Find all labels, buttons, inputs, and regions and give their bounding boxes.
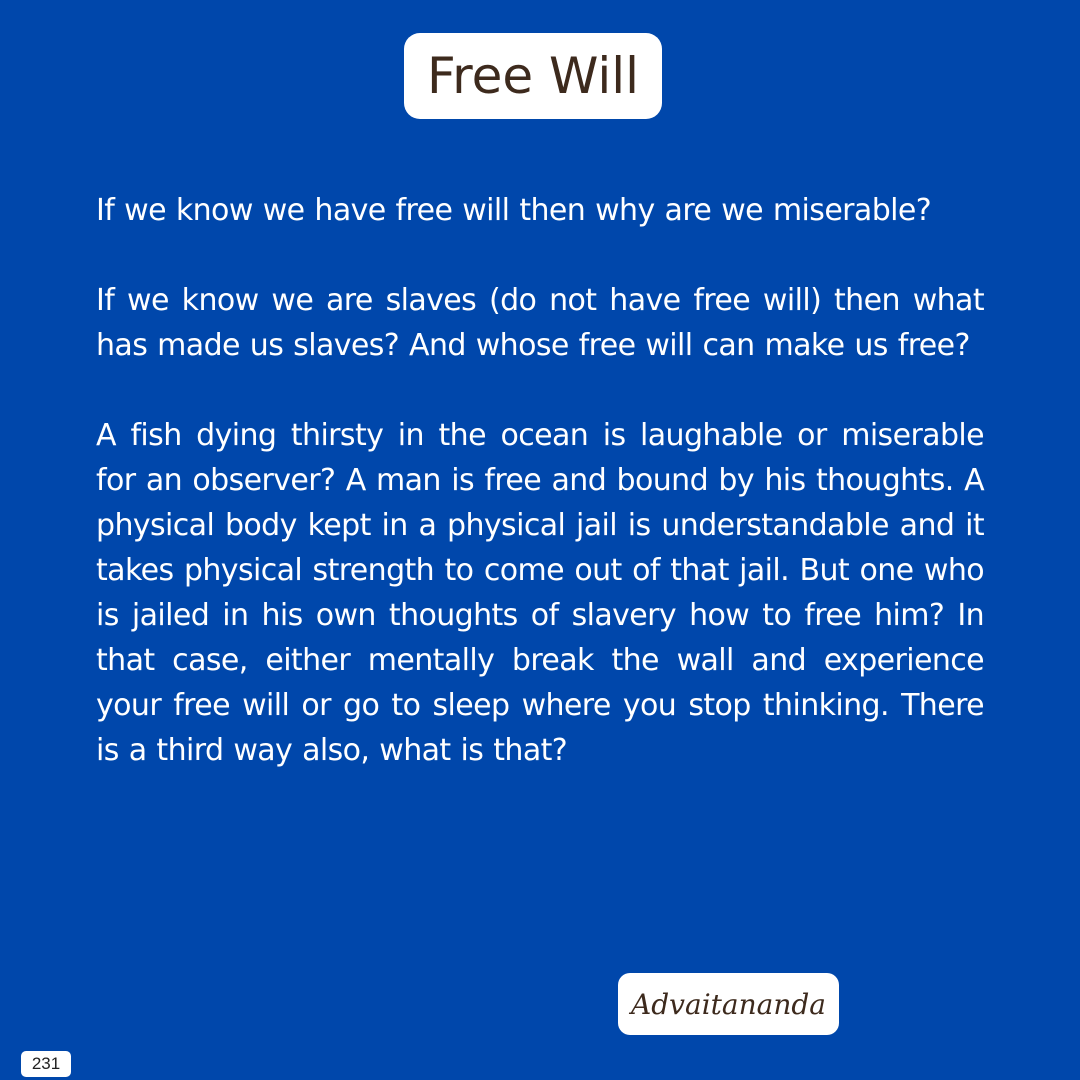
page-title: Free Will <box>426 47 639 105</box>
page-number: 231 <box>21 1051 71 1077</box>
author-signature: Advaitananda <box>631 987 826 1021</box>
paragraph-2: If we know we are slaves (do not have fr… <box>96 283 985 363</box>
body-text: If we know we have free will then why ar… <box>96 188 985 818</box>
paragraph-1: If we know we have free will then why ar… <box>96 193 932 228</box>
paragraph-3: A fish dying thirsty in the ocean is lau… <box>96 418 985 768</box>
signature-box: Advaitananda <box>618 973 839 1035</box>
title-box: Free Will <box>404 33 662 119</box>
